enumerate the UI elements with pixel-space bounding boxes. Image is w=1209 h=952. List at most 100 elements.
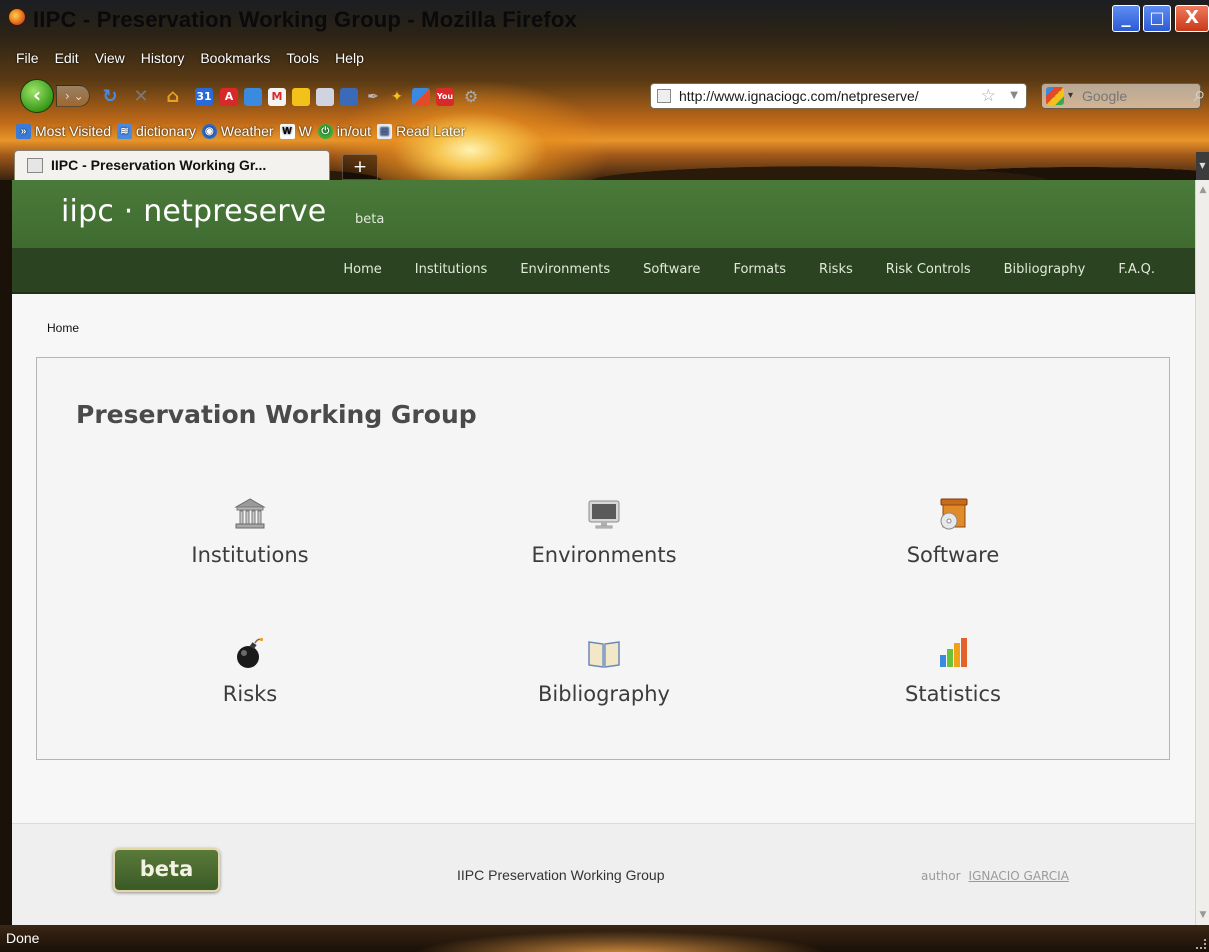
forward-arrow-icon: › ⌄ (65, 89, 84, 103)
nav-risks[interactable]: Risks (819, 262, 853, 277)
forward-button[interactable]: › ⌄ (56, 85, 90, 107)
search-engine-icon[interactable] (1046, 87, 1064, 105)
tab-iipc[interactable]: IIPC - Preservation Working Gr... (14, 150, 330, 180)
menu-edit[interactable]: Edit (55, 50, 79, 70)
bookmark-read-later[interactable]: ▤ Read Later (377, 123, 465, 139)
site-nav: Home Institutions Environments Software … (12, 248, 1195, 294)
bookmark-in-out[interactable]: ⏻ in/out (317, 123, 371, 139)
firefox-icon (8, 8, 26, 26)
tile-label: Institutions (191, 543, 309, 567)
wand-icon[interactable]: ✦ (388, 88, 406, 106)
search-input[interactable]: Google (1082, 88, 1127, 104)
wikipedia-icon: W (279, 123, 295, 139)
bookmark-weather[interactable]: ◉ Weather (201, 123, 274, 139)
menu-bookmarks[interactable]: Bookmarks (200, 50, 270, 70)
bar-chart-icon (940, 638, 967, 667)
back-button[interactable]: ‹ (20, 79, 54, 113)
status-bar: Done (0, 925, 1209, 952)
nav-faq[interactable]: F.A.Q. (1118, 262, 1155, 277)
site-header: iipc · netpreserve beta (12, 180, 1195, 248)
site-logo[interactable]: iipc · netpreserve (61, 194, 326, 229)
home-icon[interactable]: ⌂ (164, 88, 182, 106)
page-viewport: iipc · netpreserve beta Home Institution… (12, 180, 1195, 925)
minimize-button[interactable]: _ (1112, 5, 1140, 32)
breadcrumb[interactable]: Home (47, 321, 79, 335)
status-text: Done (6, 930, 40, 946)
search-bar[interactable]: ▾ Google ⌕ (1041, 82, 1206, 109)
book-icon (588, 641, 620, 668)
dictionary-icon: ≋ (117, 123, 132, 139)
browser-chrome: IIPC - Preservation Working Group - Mozi… (0, 0, 1209, 180)
menu-bar: File Edit View History Bookmarks Tools H… (16, 50, 364, 70)
back-arrow-icon: ‹ (32, 83, 42, 107)
vertical-scrollbar[interactable]: ▲ ▼ (1195, 180, 1209, 925)
site-footer: beta IIPC Preservation Working Group aut… (12, 823, 1195, 925)
url-bar[interactable]: http://www.ignaciogc.com/netpreserve/ ☆ … (650, 83, 1027, 109)
tile-statistics[interactable]: Statistics (803, 635, 1103, 745)
gmail-icon[interactable]: M (268, 88, 286, 106)
most-visited-icon: » (16, 123, 31, 139)
footer-text: IIPC Preservation Working Group (457, 867, 665, 883)
tile-label: Risks (222, 682, 278, 706)
google-icon[interactable] (412, 88, 430, 106)
resize-grip[interactable] (1196, 939, 1206, 949)
title-bar[interactable]: IIPC - Preservation Working Group - Mozi… (0, 0, 1209, 44)
weather-icon: ◉ (201, 123, 217, 139)
tile-label: Software (906, 543, 1000, 567)
gear-icon[interactable]: ⚙ (462, 88, 480, 106)
menu-tools[interactable]: Tools (286, 50, 319, 70)
search-icon[interactable]: ⌕ (1194, 82, 1206, 107)
bookmark-star-icon[interactable]: ☆ (981, 86, 996, 106)
author-link[interactable]: IGNACIO GARCIA (969, 869, 1069, 883)
bookmark-most-visited[interactable]: » Most Visited (16, 123, 111, 139)
close-button[interactable]: X (1175, 5, 1209, 32)
notes-icon[interactable] (292, 88, 310, 106)
reload-icon[interactable]: ↻ (101, 88, 119, 106)
bookmark-dictionary[interactable]: ≋ dictionary (117, 123, 196, 139)
menu-help[interactable]: Help (335, 50, 364, 70)
bookmarks-toolbar: » Most Visited ≋ dictionary ◉ Weather W … (16, 121, 465, 141)
bookmark-wikipedia[interactable]: W W (279, 123, 312, 139)
url-dropdown-icon[interactable]: ▼ (1010, 90, 1018, 101)
tile-institutions[interactable]: Institutions (100, 496, 400, 606)
tile-label: Environments (531, 543, 677, 567)
tile-environments[interactable]: Environments (454, 496, 754, 606)
search-engine-dropdown-icon[interactable]: ▾ (1068, 90, 1073, 101)
nav-software[interactable]: Software (643, 262, 700, 277)
tile-software[interactable]: Software (803, 496, 1103, 606)
tile-bibliography[interactable]: Bibliography (454, 635, 754, 745)
beta-badge: beta (113, 848, 220, 892)
youtube-icon[interactable]: You (436, 88, 454, 106)
calendar-icon[interactable]: 31 (195, 88, 213, 106)
menu-view[interactable]: View (95, 50, 125, 70)
reader-icon[interactable] (316, 88, 334, 106)
tab-list-icon[interactable]: ▼ (1196, 152, 1209, 180)
nav-home[interactable]: Home (343, 262, 381, 277)
pen-icon[interactable]: ✒ (364, 88, 382, 106)
menu-history[interactable]: History (141, 50, 185, 70)
institution-icon (234, 498, 266, 529)
nav-risk-controls[interactable]: Risk Controls (886, 262, 971, 277)
nav-environments[interactable]: Environments (520, 262, 610, 277)
nav-formats[interactable]: Formats (733, 262, 786, 277)
scroll-down-icon[interactable]: ▼ (1196, 907, 1209, 923)
site-identity-icon[interactable] (657, 89, 671, 103)
new-tab-button[interactable]: + (342, 154, 378, 180)
rss-icon[interactable] (340, 88, 358, 106)
page-title: Preservation Working Group (76, 400, 477, 429)
tile-label: Bibliography (538, 682, 670, 706)
menu-file[interactable]: File (16, 50, 39, 70)
footer-author: author IGNACIO GARCIA (921, 869, 1069, 883)
nav-bibliography[interactable]: Bibliography (1004, 262, 1086, 277)
monitor-icon (588, 500, 620, 529)
stop-icon[interactable]: ✕ (132, 88, 150, 106)
navigation-toolbar: ‹ › ⌄ ↻ ✕ ⌂ 31 A M ✒ ✦ You ⚙ http://www.… (0, 76, 1209, 116)
url-text[interactable]: http://www.ignaciogc.com/netpreserve/ (679, 88, 919, 104)
acrobat-icon[interactable]: A (220, 88, 238, 106)
scroll-up-icon[interactable]: ▲ (1196, 182, 1209, 198)
window-title: IIPC - Preservation Working Group - Mozi… (33, 7, 577, 32)
nav-institutions[interactable]: Institutions (415, 262, 488, 277)
docs-icon[interactable] (244, 88, 262, 106)
tile-risks[interactable]: Risks (100, 635, 400, 745)
maximize-button[interactable]: □ (1143, 5, 1171, 32)
